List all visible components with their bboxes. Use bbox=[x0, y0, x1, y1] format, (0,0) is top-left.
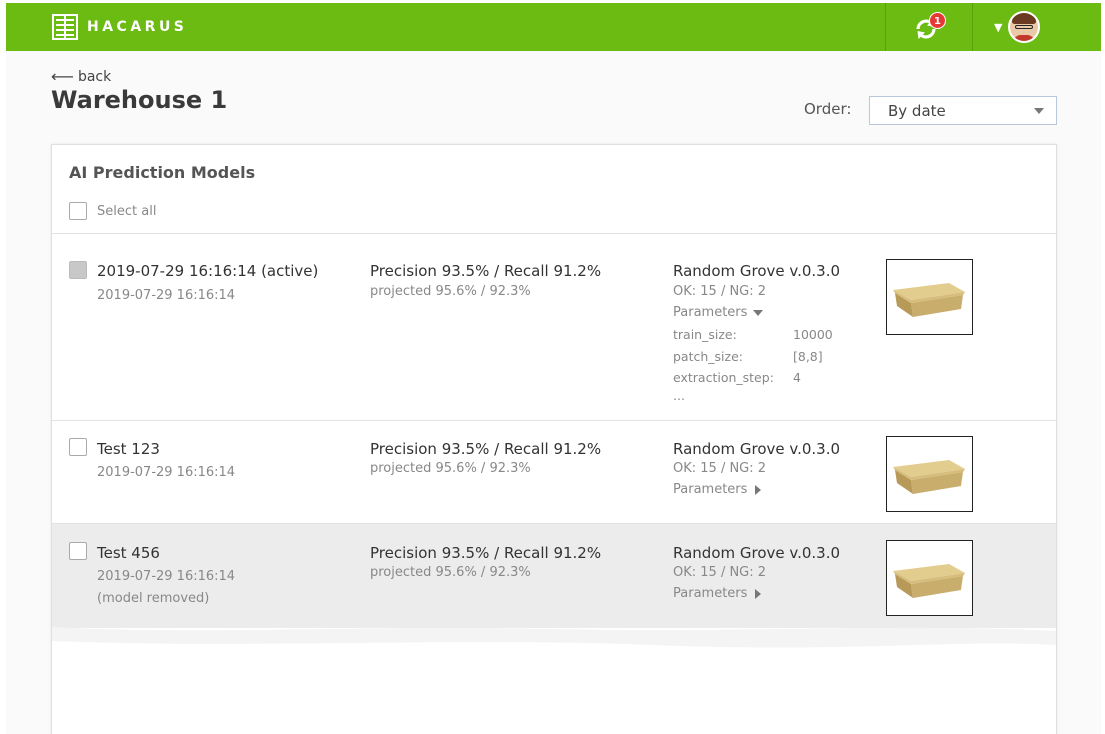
model-algorithm: Random Grove v.0.3.0 bbox=[673, 262, 841, 280]
box-thumbnail[interactable] bbox=[886, 540, 973, 616]
param-key: patch_size: bbox=[673, 349, 743, 364]
box-thumbnail[interactable] bbox=[886, 436, 973, 512]
parameters-toggle[interactable]: Parameters bbox=[673, 482, 762, 497]
order-select[interactable]: By date bbox=[869, 96, 1057, 125]
model-name: Test 456 bbox=[97, 544, 160, 562]
model-name: 2019-07-29 16:16:14 (active) bbox=[97, 262, 319, 280]
user-menu[interactable]: ▼ bbox=[994, 11, 1041, 43]
model-ok-ng: OK: 15 / NG: 2 bbox=[673, 284, 767, 299]
chevron-down-icon: ▼ bbox=[994, 20, 1003, 34]
top-bar: HACARUS 1 ▼ bbox=[6, 3, 1101, 51]
select-all-checkbox[interactable] bbox=[69, 202, 87, 220]
logo-icon bbox=[52, 14, 78, 40]
model-projected: projected 95.6% / 92.3% bbox=[370, 565, 531, 580]
param-key: train_size: bbox=[673, 327, 737, 342]
brand[interactable]: HACARUS bbox=[52, 14, 187, 40]
back-label: back bbox=[77, 68, 112, 85]
model-date: 2019-07-29 16:16:14 bbox=[97, 288, 236, 303]
page-title: Warehouse 1 bbox=[51, 86, 228, 114]
triangle-right-icon bbox=[755, 588, 762, 599]
card-title: AI Prediction Models bbox=[69, 163, 256, 182]
model-date: 2019-07-29 16:16:14 bbox=[97, 569, 236, 584]
order-select-value: By date bbox=[888, 102, 946, 120]
model-name: Test 123 bbox=[97, 440, 160, 458]
model-row: Test 123 2019-07-29 16:16:14 Precision 9… bbox=[52, 420, 1056, 523]
model-algorithm: Random Grove v.0.3.0 bbox=[673, 544, 841, 562]
model-row: 2019-07-29 16:16:14 (active) 2019-07-29 … bbox=[52, 233, 1056, 420]
notification-badge: 1 bbox=[929, 12, 946, 29]
caret-down-icon bbox=[1034, 108, 1044, 114]
model-projected: projected 95.6% / 92.3% bbox=[370, 461, 531, 476]
select-all-label: Select all bbox=[97, 203, 157, 219]
model-metric: Precision 93.5% / Recall 91.2% bbox=[370, 544, 602, 562]
parameters-label: Parameters bbox=[673, 482, 748, 497]
parameters-toggle[interactable]: Parameters bbox=[673, 586, 762, 601]
parameters-label: Parameters bbox=[673, 305, 748, 320]
model-checkbox[interactable] bbox=[69, 438, 87, 456]
param-value: [8,8] bbox=[793, 349, 823, 364]
sync-button[interactable]: 1 bbox=[912, 12, 946, 44]
parameters-toggle[interactable]: Parameters bbox=[673, 305, 764, 320]
models-card: AI Prediction Models Select all 2019-07-… bbox=[51, 144, 1057, 734]
model-removed-note: (model removed) bbox=[97, 591, 210, 606]
model-ok-ng: OK: 15 / NG: 2 bbox=[673, 565, 767, 580]
model-checkbox[interactable] bbox=[69, 261, 87, 279]
select-all[interactable]: Select all bbox=[69, 202, 156, 220]
app-frame: HACARUS 1 ▼ ⟵ back Warehouse 1 Order: By… bbox=[6, 3, 1101, 734]
avatar bbox=[1008, 11, 1041, 43]
back-arrow-icon: ⟵ bbox=[51, 67, 74, 86]
box-thumbnail[interactable] bbox=[886, 259, 973, 335]
divider bbox=[972, 3, 973, 51]
order-label: Order: bbox=[804, 100, 852, 118]
param-value: 4 bbox=[793, 370, 801, 385]
model-checkbox[interactable] bbox=[69, 542, 87, 560]
model-projected: projected 95.6% / 92.3% bbox=[370, 284, 531, 299]
param-more: ... bbox=[673, 388, 685, 403]
param-key: extraction_step: bbox=[673, 370, 774, 385]
brand-name: HACARUS bbox=[87, 19, 188, 35]
torn-edge bbox=[52, 627, 1056, 663]
model-date: 2019-07-29 16:16:14 bbox=[97, 465, 236, 480]
divider bbox=[885, 3, 886, 51]
param-value: 10000 bbox=[793, 327, 833, 342]
triangle-right-icon bbox=[755, 484, 762, 495]
model-ok-ng: OK: 15 / NG: 2 bbox=[673, 461, 767, 476]
parameters-label: Parameters bbox=[673, 586, 748, 601]
triangle-down-icon bbox=[753, 309, 764, 316]
model-metric: Precision 93.5% / Recall 91.2% bbox=[370, 262, 602, 280]
model-metric: Precision 93.5% / Recall 91.2% bbox=[370, 440, 602, 458]
back-link[interactable]: ⟵ back bbox=[51, 67, 111, 86]
model-row-removed: Test 456 2019-07-29 16:16:14 (model remo… bbox=[52, 523, 1056, 628]
model-algorithm: Random Grove v.0.3.0 bbox=[673, 440, 841, 458]
